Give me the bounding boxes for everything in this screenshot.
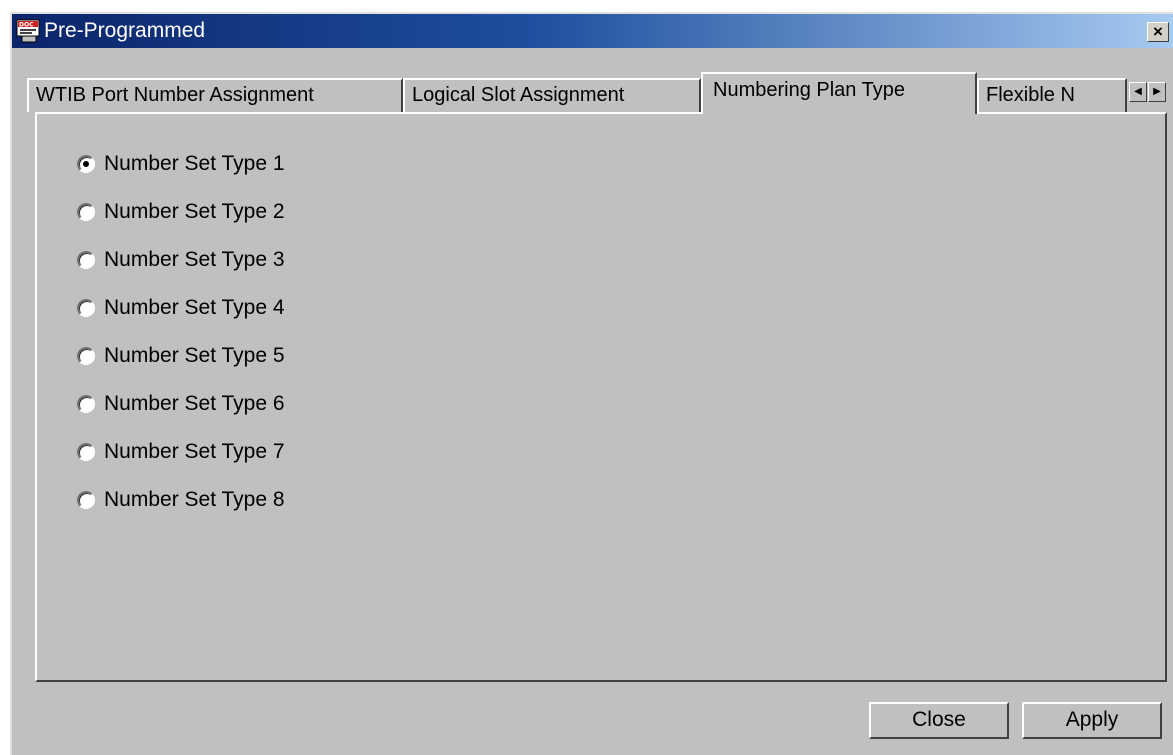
numbering-plan-panel: Number Set Type 1 Number Set Type 2 Numb… bbox=[35, 112, 1167, 682]
app-doc-icon: DOC bbox=[16, 19, 40, 43]
tab-numbering-plan-type[interactable]: Numbering Plan Type bbox=[701, 72, 977, 114]
radio-button-icon[interactable] bbox=[77, 443, 95, 461]
arrow-left-icon: ◀ bbox=[1134, 86, 1142, 97]
radio-button-icon[interactable] bbox=[77, 155, 95, 173]
radio-button-icon[interactable] bbox=[77, 347, 95, 365]
apply-button[interactable]: Apply bbox=[1022, 702, 1162, 739]
tab-flexible-numbering[interactable]: Flexible N bbox=[977, 78, 1127, 112]
tab-wtib-port-number-assignment[interactable]: WTIB Port Number Assignment bbox=[27, 78, 403, 112]
radio-label: Number Set Type 4 bbox=[104, 296, 285, 319]
radio-button-icon[interactable] bbox=[77, 491, 95, 509]
svg-text:DOC: DOC bbox=[19, 22, 34, 29]
radio-label: Number Set Type 3 bbox=[104, 248, 285, 271]
title-bar[interactable]: DOC Pre-Programmed × bbox=[12, 14, 1173, 48]
radio-button-icon[interactable] bbox=[77, 395, 95, 413]
radio-label: Number Set Type 2 bbox=[104, 200, 285, 223]
radio-label: Number Set Type 1 bbox=[104, 152, 285, 175]
close-window-button[interactable]: × bbox=[1147, 22, 1169, 42]
radio-selected-dot bbox=[83, 161, 89, 167]
radio-label: Number Set Type 6 bbox=[104, 392, 285, 415]
arrow-right-icon: ▶ bbox=[1153, 86, 1161, 97]
radio-label: Number Set Type 7 bbox=[104, 440, 285, 463]
tab-scroll-left-button[interactable]: ◀ bbox=[1129, 82, 1147, 102]
radio-label: Number Set Type 8 bbox=[104, 488, 285, 511]
window-title: Pre-Programmed bbox=[44, 19, 206, 42]
radio-button-icon[interactable] bbox=[77, 203, 95, 221]
radio-label: Number Set Type 5 bbox=[104, 344, 285, 367]
tab-logical-slot-assignment[interactable]: Logical Slot Assignment bbox=[403, 78, 701, 112]
dialog-window: DOC Pre-Programmed × WTIB Port Number As… bbox=[10, 12, 1173, 755]
tab-scroll-right-button[interactable]: ▶ bbox=[1148, 82, 1166, 102]
close-button[interactable]: Close bbox=[869, 702, 1009, 739]
radio-button-icon[interactable] bbox=[77, 251, 95, 269]
radio-button-icon[interactable] bbox=[77, 299, 95, 317]
tab-strip: WTIB Port Number Assignment Logical Slot… bbox=[27, 72, 1167, 114]
